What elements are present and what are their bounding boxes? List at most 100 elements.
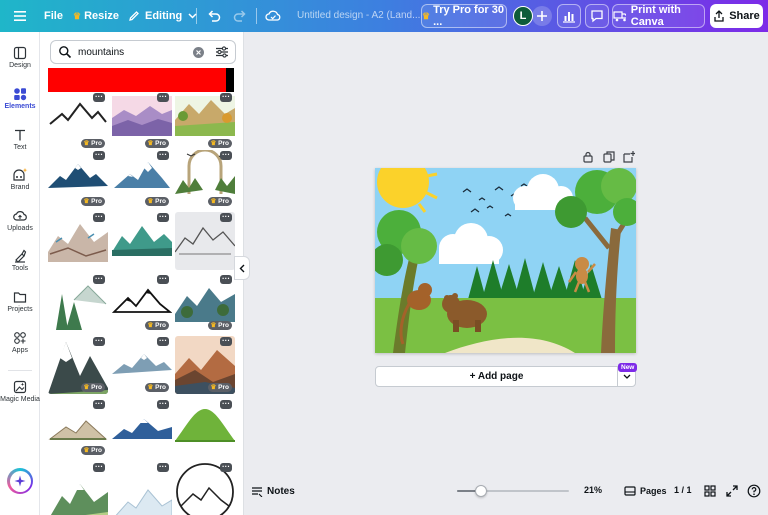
divider xyxy=(196,8,197,24)
fullscreen-icon[interactable] xyxy=(725,484,739,498)
more-options-icon[interactable]: ··· xyxy=(220,275,232,284)
magic-assistant-button[interactable] xyxy=(7,468,33,494)
rail-item-label: Projects xyxy=(7,306,33,313)
more-options-icon[interactable]: ··· xyxy=(93,213,105,222)
magic-media-icon xyxy=(13,380,27,394)
insights-button[interactable] xyxy=(557,4,581,28)
more-options-icon[interactable]: ··· xyxy=(220,213,232,222)
pro-badge: ♛ Pro xyxy=(144,197,169,206)
more-options-icon[interactable]: ··· xyxy=(93,463,105,472)
zoom-slider-thumb[interactable] xyxy=(475,485,487,497)
rail-item-magic-media[interactable]: Magic Media xyxy=(0,376,40,416)
bar-chart-icon xyxy=(563,12,575,23)
mountain-element[interactable]: ··· ♛ Pro xyxy=(48,92,108,150)
rail-item-brand[interactable]: Brand xyxy=(0,164,40,204)
document-title[interactable]: Untitled design - A2 (Land... xyxy=(297,10,420,21)
more-options-icon[interactable]: ··· xyxy=(220,151,232,160)
more-options-icon[interactable]: ··· xyxy=(157,463,169,472)
file-label: File xyxy=(44,10,63,22)
notes-icon xyxy=(252,487,263,497)
mountain-element[interactable]: ··· ♛ Pro xyxy=(175,150,235,208)
more-options-icon[interactable]: ··· xyxy=(93,275,105,284)
more-options-icon[interactable]: ··· xyxy=(157,400,169,409)
pro-badge: ♛ Pro xyxy=(144,139,169,148)
mountain-element[interactable]: ··· xyxy=(175,462,235,515)
mountain-element[interactable]: ··· xyxy=(112,212,172,270)
rail-item-apps[interactable]: Apps xyxy=(0,327,40,367)
lock-icon[interactable] xyxy=(582,151,594,163)
mountain-element[interactable]: ··· xyxy=(48,274,108,332)
redo-icon[interactable] xyxy=(232,8,248,24)
cloud-sync-icon[interactable] xyxy=(264,8,282,24)
mountain-element[interactable]: ··· ♛ Pro xyxy=(48,150,108,208)
rail-item-uploads[interactable]: Uploads xyxy=(0,205,40,245)
add-page-button[interactable]: + Add page xyxy=(375,366,618,387)
more-options-icon[interactable]: ··· xyxy=(220,463,232,472)
mountain-element[interactable]: ··· ♛ Pro xyxy=(112,92,172,150)
duplicate-page-icon[interactable] xyxy=(603,151,615,163)
mountain-element[interactable]: ··· ♛ Pro xyxy=(112,336,172,394)
more-options-icon[interactable]: ··· xyxy=(93,151,105,160)
rail-item-projects[interactable]: Projects xyxy=(0,286,40,326)
resize-button[interactable]: ♛ Resize xyxy=(73,4,119,28)
print-with-canva-button[interactable]: Print with Canva xyxy=(612,4,705,28)
new-badge: New xyxy=(618,363,638,372)
more-options-icon[interactable]: ··· xyxy=(157,213,169,222)
filter-icon[interactable] xyxy=(215,45,229,59)
pro-badge: ♛ Pro xyxy=(144,321,169,330)
rail-item-label: Apps xyxy=(12,347,28,354)
file-menu[interactable]: File xyxy=(44,4,63,28)
mountain-element[interactable]: ··· ♛ Pro xyxy=(175,336,235,394)
help-icon[interactable] xyxy=(747,484,761,498)
undo-icon[interactable] xyxy=(206,8,222,24)
avatar[interactable]: L xyxy=(513,6,533,26)
more-options-icon[interactable]: ··· xyxy=(157,93,169,102)
editing-mode-dropdown[interactable]: Editing xyxy=(128,4,197,28)
mountain-element[interactable]: ··· ♛ Pro xyxy=(175,92,235,150)
rail-item-text[interactable]: Text xyxy=(0,124,40,164)
share-button[interactable]: Share xyxy=(710,4,763,28)
mountain-element[interactable]: ··· xyxy=(175,399,235,457)
pages-button[interactable]: Pages xyxy=(624,483,667,499)
try-pro-button[interactable]: ♛ Try Pro for 30 ... xyxy=(421,4,507,28)
page-counter: 1 / 1 xyxy=(674,485,692,495)
more-options-icon[interactable]: ··· xyxy=(93,337,105,346)
more-options-icon[interactable]: ··· xyxy=(93,93,105,102)
rail-item-elements[interactable]: Elements xyxy=(0,83,40,123)
menu-icon[interactable] xyxy=(12,8,28,24)
tools-icon xyxy=(15,249,27,263)
mountain-element[interactable]: ··· ♛ Pro xyxy=(112,274,172,332)
add-page-icon[interactable] xyxy=(623,151,635,163)
pencil-icon xyxy=(128,10,140,22)
divider xyxy=(256,8,257,24)
mountain-element[interactable]: ··· ♛ Pro xyxy=(48,336,108,394)
rail-item-tools[interactable]: Tools xyxy=(0,245,40,285)
add-collaborator-button[interactable] xyxy=(532,6,552,26)
mountain-element[interactable]: ··· xyxy=(48,462,108,515)
more-options-icon[interactable]: ··· xyxy=(220,93,232,102)
more-options-icon[interactable]: ··· xyxy=(157,151,169,160)
more-options-icon[interactable]: ··· xyxy=(220,337,232,346)
zoom-level[interactable]: 21% xyxy=(584,485,602,495)
notes-button[interactable]: Notes xyxy=(251,483,295,499)
more-options-icon[interactable]: ··· xyxy=(93,400,105,409)
comment-icon xyxy=(591,10,603,23)
clear-search-icon[interactable] xyxy=(193,46,204,58)
mountain-element[interactable]: ··· xyxy=(112,462,172,515)
collapse-panel-button[interactable] xyxy=(234,256,250,280)
more-options-icon[interactable]: ··· xyxy=(220,400,232,409)
more-options-icon[interactable]: ··· xyxy=(157,337,169,346)
search-input[interactable]: mountains xyxy=(78,47,193,58)
rail-item-design[interactable]: Design xyxy=(0,42,40,82)
zoom-slider[interactable] xyxy=(457,485,569,497)
comments-button[interactable] xyxy=(585,4,609,28)
design-page[interactable] xyxy=(375,168,636,353)
mountain-element[interactable]: ··· ♛ Pro xyxy=(48,399,108,457)
mountain-element[interactable]: ··· xyxy=(175,212,235,270)
mountain-element[interactable]: ··· ♛ Pro xyxy=(175,274,235,332)
mountain-element[interactable]: ··· xyxy=(112,399,172,457)
more-options-icon[interactable]: ··· xyxy=(157,275,169,284)
grid-view-icon[interactable] xyxy=(703,484,717,498)
mountain-element[interactable]: ··· ♛ Pro xyxy=(112,150,172,208)
mountain-element[interactable]: ··· xyxy=(48,212,108,270)
